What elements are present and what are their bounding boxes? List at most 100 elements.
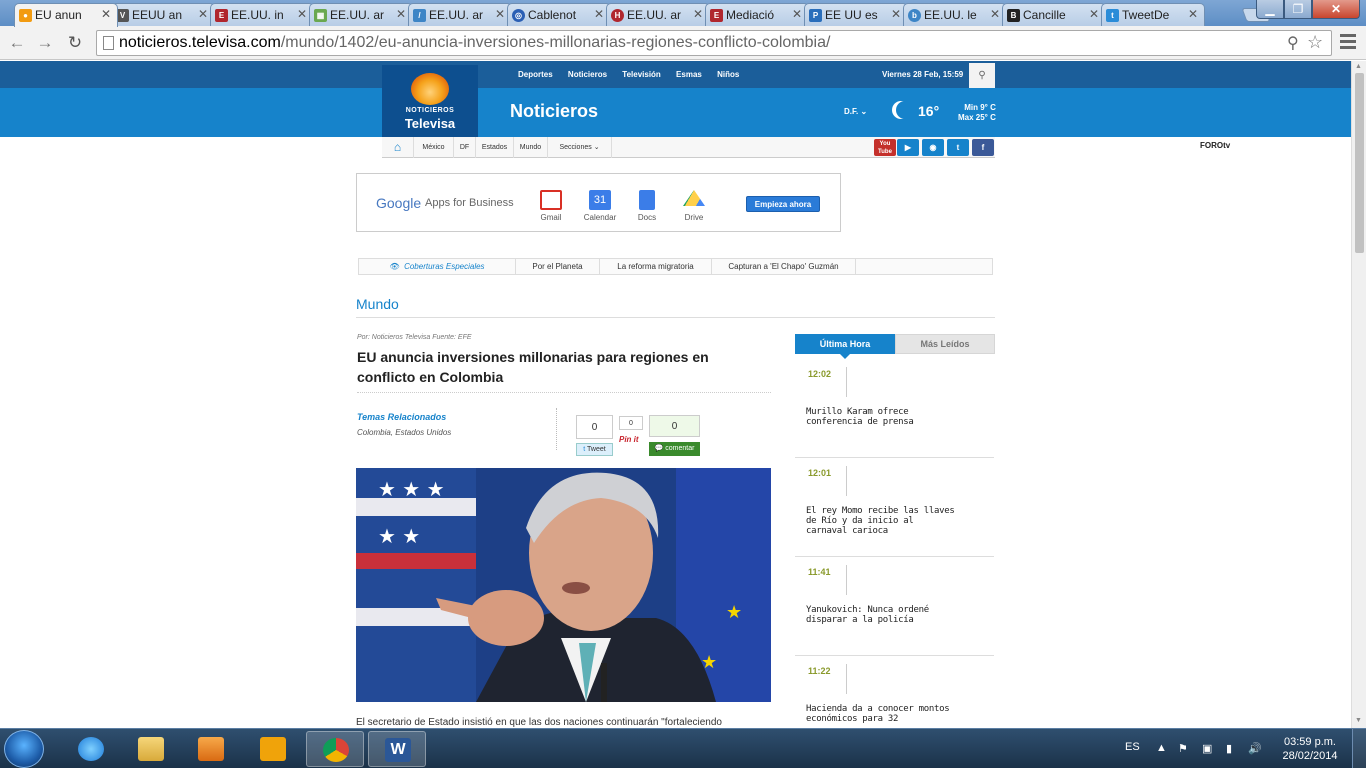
twitter-icon[interactable]: t bbox=[947, 139, 969, 156]
scroll-down-icon[interactable]: ▼ bbox=[1355, 717, 1362, 724]
subnav-mexico[interactable]: México bbox=[414, 137, 454, 158]
taskbar-word[interactable]: W bbox=[368, 731, 426, 767]
youtube-icon[interactable]: You Tube bbox=[874, 139, 896, 156]
taskbar-media-player[interactable] bbox=[182, 731, 240, 767]
subnav-estados[interactable]: Estados bbox=[476, 137, 514, 158]
nav-noticieros[interactable]: Noticieros bbox=[568, 70, 607, 79]
list-item[interactable]: 12:01 El rey Momo recibe las llaves de R… bbox=[795, 458, 994, 557]
tweet-button[interactable]: t Tweet bbox=[576, 443, 613, 456]
close-window-button[interactable]: ✕ bbox=[1312, 0, 1360, 19]
coverage-item-reforma[interactable]: La reforma migratoria bbox=[600, 259, 712, 274]
tab-ultima-hora[interactable]: Última Hora bbox=[795, 334, 895, 354]
show-desktop-button[interactable] bbox=[1352, 729, 1366, 768]
tab-cablenoticias[interactable]: ◎ Cablenot ✕ bbox=[507, 3, 611, 26]
system-clock[interactable]: 03:59 p.m. 28/02/2014 bbox=[1276, 735, 1344, 763]
close-tab-icon[interactable]: ✕ bbox=[198, 7, 208, 21]
taskbar-chrome[interactable] bbox=[306, 731, 364, 767]
coverage-item-planeta[interactable]: Por el Planeta bbox=[516, 259, 600, 274]
forotv-logo[interactable]: FOROtv bbox=[1200, 141, 1230, 150]
network-icon[interactable]: ▮ bbox=[1226, 742, 1232, 755]
close-tab-icon[interactable]: ✕ bbox=[792, 7, 802, 21]
tab-mas-leidos[interactable]: Más Leídos bbox=[895, 334, 995, 354]
close-tab-icon[interactable]: ✕ bbox=[1089, 7, 1099, 21]
minimize-button[interactable]: ▁ bbox=[1256, 0, 1284, 19]
close-tab-icon[interactable]: ✕ bbox=[891, 7, 901, 21]
comment-button[interactable]: 💬 comentar bbox=[649, 442, 700, 456]
back-icon[interactable]: ← bbox=[6, 32, 28, 54]
close-tab-icon[interactable]: ✕ bbox=[495, 7, 505, 21]
facebook-icon[interactable]: f bbox=[972, 139, 994, 156]
nav-television[interactable]: Televisión bbox=[622, 70, 661, 79]
forward-icon[interactable]: → bbox=[34, 32, 56, 54]
address-bar[interactable]: noticieros.televisa.com/mundo/1402/eu-an… bbox=[96, 30, 1332, 56]
media-player-icon bbox=[198, 737, 224, 761]
camera-icon[interactable]: ◉ bbox=[922, 139, 944, 156]
list-item[interactable]: 12:02 Murillo Karam ofrece conferencia d… bbox=[795, 359, 994, 458]
taskbar-ie[interactable] bbox=[62, 731, 120, 767]
page-viewport: NOTICIEROS Televisa Deportes Noticieros … bbox=[0, 61, 1351, 728]
zoom-icon[interactable]: ⚲ bbox=[1287, 33, 1299, 53]
close-tab-icon[interactable]: ✕ bbox=[101, 7, 111, 21]
date-time: Viernes 28 Feb, 15:59 bbox=[882, 70, 964, 79]
tab-mediacion[interactable]: E Mediació ✕ bbox=[705, 3, 809, 26]
maximize-button[interactable]: ❐ bbox=[1284, 0, 1312, 19]
start-button[interactable] bbox=[4, 730, 44, 768]
pin-it-button[interactable]: Pin it bbox=[619, 435, 639, 444]
coverage-item-chapo[interactable]: Capturan a 'El Chapo' Guzmán bbox=[712, 259, 856, 274]
taskbar-outlook[interactable] bbox=[244, 731, 302, 767]
televisa-logo[interactable]: NOTICIEROS Televisa bbox=[382, 65, 478, 137]
close-tab-icon[interactable]: ✕ bbox=[594, 7, 604, 21]
site-search-icon[interactable]: ⚲ bbox=[969, 63, 995, 88]
subnav-df[interactable]: DF bbox=[454, 137, 476, 158]
scroll-thumb[interactable] bbox=[1355, 73, 1364, 253]
tab-bb[interactable]: b EE.UU. le ✕ bbox=[903, 3, 1007, 26]
tab-p[interactable]: P EE UU es ✕ bbox=[804, 3, 908, 26]
tab-map[interactable]: ▦ EE.UU. ar ✕ bbox=[309, 3, 413, 26]
svg-text:★ ★ ★: ★ ★ ★ bbox=[378, 477, 445, 501]
tab-vanguardia[interactable]: V EEUU an ✕ bbox=[111, 3, 215, 26]
tab-bbc[interactable]: B Cancille ✕ bbox=[1002, 3, 1106, 26]
device-icon[interactable]: ▣ bbox=[1202, 742, 1212, 755]
nav-deportes[interactable]: Deportes bbox=[518, 70, 553, 79]
tab-televisa[interactable]: ● EU anun ✕ bbox=[14, 3, 118, 27]
close-tab-icon[interactable]: ✕ bbox=[297, 7, 307, 21]
list-item[interactable]: 11:22 Hacienda da a conocer montos econó… bbox=[795, 656, 994, 728]
tab-ee-1[interactable]: E EE.UU. in ✕ bbox=[210, 3, 314, 26]
close-tab-icon[interactable]: ✕ bbox=[396, 7, 406, 21]
region-selector[interactable]: D.F. ⌄ bbox=[844, 107, 867, 116]
language-indicator[interactable]: ES bbox=[1125, 741, 1140, 753]
subnav-secciones[interactable]: Secciones ⌄ bbox=[548, 137, 612, 158]
chrome-menu-icon[interactable] bbox=[1340, 34, 1356, 50]
tray-expand-icon[interactable]: ▲ bbox=[1156, 742, 1167, 754]
page-scrollbar[interactable]: ▲ ▼ bbox=[1351, 61, 1366, 728]
scroll-up-icon[interactable]: ▲ bbox=[1355, 63, 1362, 70]
section-heading[interactable]: Mundo bbox=[356, 296, 399, 312]
close-tab-icon[interactable]: ✕ bbox=[693, 7, 703, 21]
tab-h[interactable]: H EE.UU. ar ✕ bbox=[606, 3, 710, 26]
close-tab-icon[interactable]: ✕ bbox=[1188, 7, 1198, 21]
svg-text:★: ★ bbox=[726, 602, 742, 623]
action-center-flag-icon[interactable]: ⚑ bbox=[1178, 742, 1188, 755]
nav-esmas[interactable]: Esmas bbox=[676, 70, 702, 79]
home-icon[interactable]: ⌂ bbox=[382, 137, 414, 158]
google-apps-ad[interactable]: Google Apps for Business Gmail 31 Calenda… bbox=[356, 173, 841, 232]
taskbar-explorer[interactable] bbox=[122, 731, 180, 767]
volume-icon[interactable]: 🔊 bbox=[1248, 742, 1262, 755]
subnav-mundo[interactable]: Mundo bbox=[514, 137, 548, 158]
min-max-temperature: Min 9° C Max 25° C bbox=[958, 103, 996, 122]
tab-tweetdeck[interactable]: t TweetDe ✕ bbox=[1101, 3, 1205, 26]
drive-icon bbox=[683, 190, 705, 206]
list-item[interactable]: 11:41 Yanukovich: Nunca ordené disparar … bbox=[795, 557, 994, 656]
word-icon: W bbox=[385, 738, 411, 762]
tab-pen[interactable]: / EE.UU. ar ✕ bbox=[408, 3, 512, 26]
browser-tab-strip: ● EU anun ✕ V EEUU an ✕ E EE.UU. in ✕ ▦ EE.… bbox=[0, 0, 1366, 27]
close-tab-icon[interactable]: ✕ bbox=[990, 7, 1000, 21]
bookmark-star-icon[interactable]: ☆ bbox=[1307, 32, 1323, 53]
reload-icon[interactable]: ↻ bbox=[64, 32, 86, 54]
nav-ninos[interactable]: Niños bbox=[717, 70, 739, 79]
video-icon[interactable]: ▶ bbox=[897, 139, 919, 156]
empieza-ahora-button[interactable]: Empieza ahora bbox=[746, 196, 820, 212]
docs-app: Docs bbox=[627, 190, 667, 222]
comment-count: 0 bbox=[649, 415, 700, 437]
related-topics[interactable]: Colombia, Estados Unidos bbox=[357, 428, 451, 437]
